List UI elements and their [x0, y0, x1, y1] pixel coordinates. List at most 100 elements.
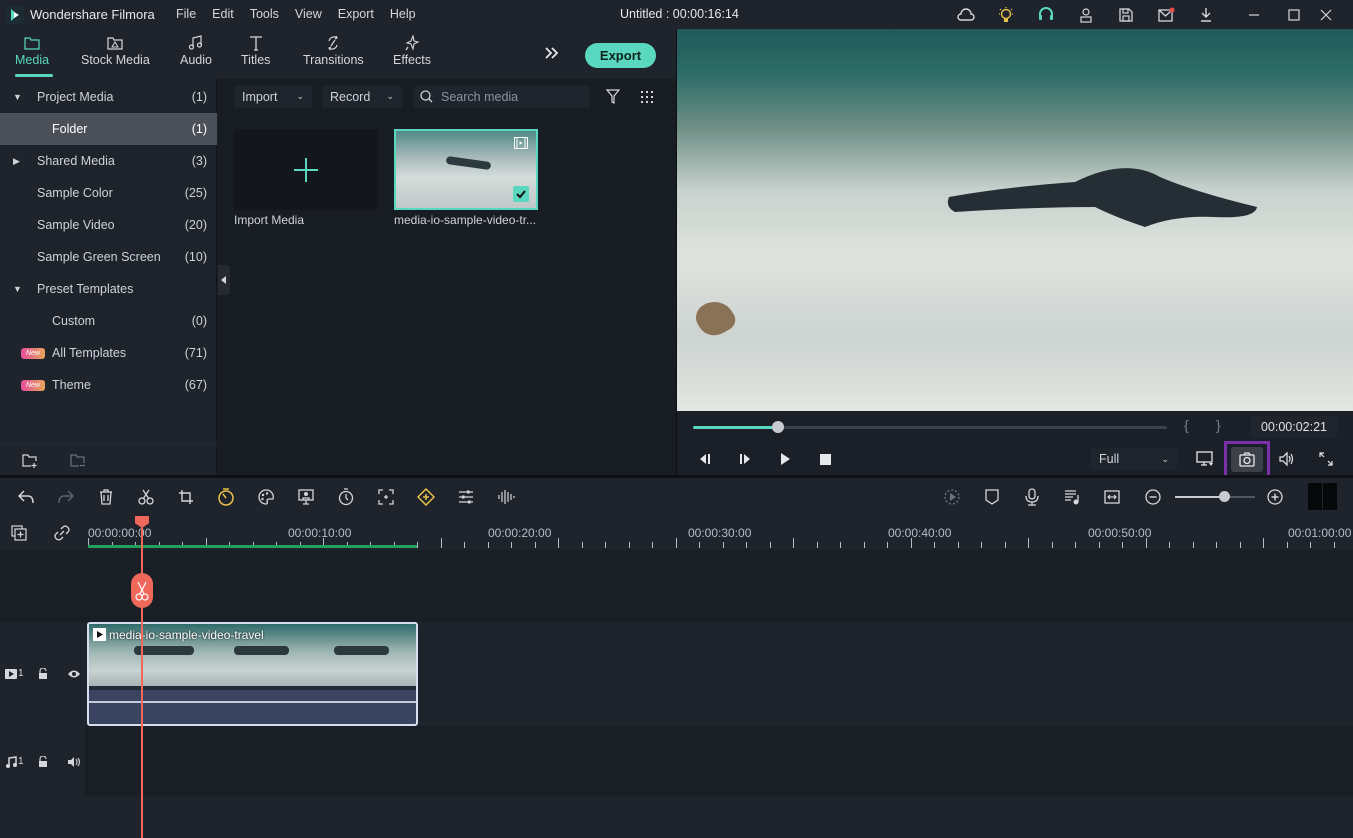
menu-view[interactable]: View [295, 7, 322, 21]
caret-down-icon[interactable]: ▼ [13, 284, 22, 294]
zoom-out-icon[interactable] [1143, 487, 1163, 507]
sidebar-item-sample-color[interactable]: Sample Color (25) [0, 177, 217, 209]
tab-stock-media[interactable]: Stock Media [81, 33, 150, 67]
tab-audio[interactable]: Audio [180, 33, 212, 67]
filter-icon[interactable] [606, 89, 620, 104]
search-media-input[interactable]: Search media [414, 85, 590, 108]
sidebar-item-custom[interactable]: Custom (0) [0, 305, 217, 337]
sidebar-item-sample-green-screen[interactable]: Sample Green Screen (10) [0, 241, 217, 273]
delete-folder-icon[interactable] [70, 454, 86, 468]
empty-track-header [0, 550, 85, 622]
mark-out-icon[interactable]: } [1216, 417, 1221, 433]
mark-in-icon[interactable]: { [1184, 417, 1189, 433]
grid-view-icon[interactable] [640, 90, 654, 104]
sidebar-item-folder[interactable]: Folder (1) [0, 113, 217, 145]
new-folder-icon[interactable] [22, 454, 38, 468]
tab-transitions[interactable]: Transitions [303, 33, 364, 67]
play-icon[interactable] [773, 448, 797, 470]
headset-icon[interactable] [1036, 5, 1056, 25]
download-icon[interactable] [1196, 5, 1216, 25]
display-settings-icon[interactable] [1193, 448, 1217, 470]
ruler-tick [770, 542, 771, 548]
menu-edit[interactable]: Edit [212, 7, 234, 21]
cloud-icon[interactable] [956, 5, 976, 25]
microphone-icon[interactable] [1022, 487, 1042, 507]
speed-icon[interactable] [216, 487, 236, 507]
timeline-zoom-knob[interactable] [1218, 491, 1230, 502]
snapshot-camera-icon[interactable] [1235, 448, 1259, 470]
auto-reframe-icon[interactable] [376, 487, 396, 507]
playhead-split-button[interactable] [131, 573, 153, 608]
stop-icon[interactable] [813, 448, 837, 470]
more-tabs-icon[interactable] [544, 46, 560, 60]
preview-scrubber-knob[interactable] [772, 421, 785, 433]
caret-right-icon[interactable]: ▶ [13, 156, 20, 167]
media-clip-tile[interactable] [394, 129, 538, 210]
timeline-video-clip[interactable]: media-io-sample-video-travel [87, 622, 418, 726]
video-preview [677, 29, 1353, 411]
duration-timer-icon[interactable] [336, 487, 356, 507]
fit-timeline-icon[interactable] [1102, 487, 1122, 507]
eye-icon[interactable] [67, 669, 81, 679]
ruler-tick [911, 538, 912, 548]
collapse-sidebar-handle[interactable] [218, 265, 230, 295]
close-icon[interactable] [1316, 5, 1336, 25]
menu-tools[interactable]: Tools [250, 7, 279, 21]
minimize-icon[interactable] [1244, 5, 1264, 25]
volume-icon[interactable] [1274, 448, 1298, 470]
tab-titles[interactable]: Titles [241, 33, 270, 67]
render-preview-icon[interactable] [942, 487, 962, 507]
maximize-icon[interactable] [1284, 5, 1304, 25]
empty-track-area [0, 796, 1353, 838]
delete-icon[interactable] [96, 487, 116, 507]
audio-waveform-icon[interactable] [496, 487, 516, 507]
sidebar-item-all-templates[interactable]: New All Templates (71) [0, 337, 217, 369]
redo-icon[interactable] [56, 487, 76, 507]
sidebar-item-shared-media[interactable]: ▶ Shared Media (3) [0, 145, 217, 177]
audio-track-lane[interactable] [85, 726, 1353, 796]
new-badge: New [21, 347, 45, 359]
audio-mixer-icon[interactable] [1062, 487, 1082, 507]
export-button[interactable]: Export [585, 43, 656, 68]
crop-icon[interactable] [176, 487, 196, 507]
sidebar-item-count: (25) [184, 186, 207, 200]
menu-file[interactable]: File [176, 7, 196, 21]
save-icon[interactable] [1116, 5, 1136, 25]
sidebar-item-sample-video[interactable]: Sample Video (20) [0, 209, 217, 241]
tab-media[interactable]: Media [15, 33, 49, 67]
caret-down-icon[interactable]: ▼ [13, 92, 22, 102]
playback-quality-dropdown[interactable]: Full ⌄ [1091, 448, 1177, 470]
playhead-line[interactable] [141, 516, 143, 838]
adjust-sliders-icon[interactable] [456, 487, 476, 507]
lightbulb-icon[interactable] [996, 5, 1016, 25]
fullscreen-icon[interactable] [1314, 448, 1338, 470]
marker-icon[interactable] [982, 487, 1002, 507]
ruler-tick [864, 542, 865, 548]
video-track-icon [5, 669, 17, 679]
account-icon[interactable] [1076, 5, 1096, 25]
mail-icon[interactable] [1156, 5, 1176, 25]
menu-bar: File Edit Tools View Export Help [176, 7, 432, 21]
import-media-tile[interactable] [234, 129, 377, 210]
keyframe-icon[interactable] [416, 487, 436, 507]
ruler-tick [605, 542, 606, 548]
record-dropdown[interactable]: Record ⌄ [322, 85, 402, 108]
green-screen-icon[interactable] [296, 487, 316, 507]
sidebar-item-project-media[interactable]: ▼ Project Media (1) [0, 81, 217, 113]
split-scissors-icon[interactable] [136, 487, 156, 507]
tab-effects[interactable]: Effects [393, 33, 431, 67]
zoom-in-icon[interactable] [1265, 487, 1285, 507]
menu-help[interactable]: Help [390, 7, 416, 21]
sidebar-item-preset-templates[interactable]: ▼ Preset Templates [0, 273, 217, 305]
previous-frame-icon[interactable] [693, 448, 717, 470]
speaker-icon[interactable] [67, 757, 81, 767]
next-frame-icon[interactable] [733, 448, 757, 470]
import-dropdown[interactable]: Import ⌄ [234, 85, 312, 108]
undo-icon[interactable] [16, 487, 36, 507]
lock-icon[interactable] [38, 756, 48, 768]
menu-export[interactable]: Export [338, 7, 374, 21]
ruler-tick [441, 538, 442, 548]
lock-icon[interactable] [38, 668, 48, 680]
color-palette-icon[interactable] [256, 487, 276, 507]
sidebar-item-theme[interactable]: New Theme (67) [0, 369, 217, 401]
